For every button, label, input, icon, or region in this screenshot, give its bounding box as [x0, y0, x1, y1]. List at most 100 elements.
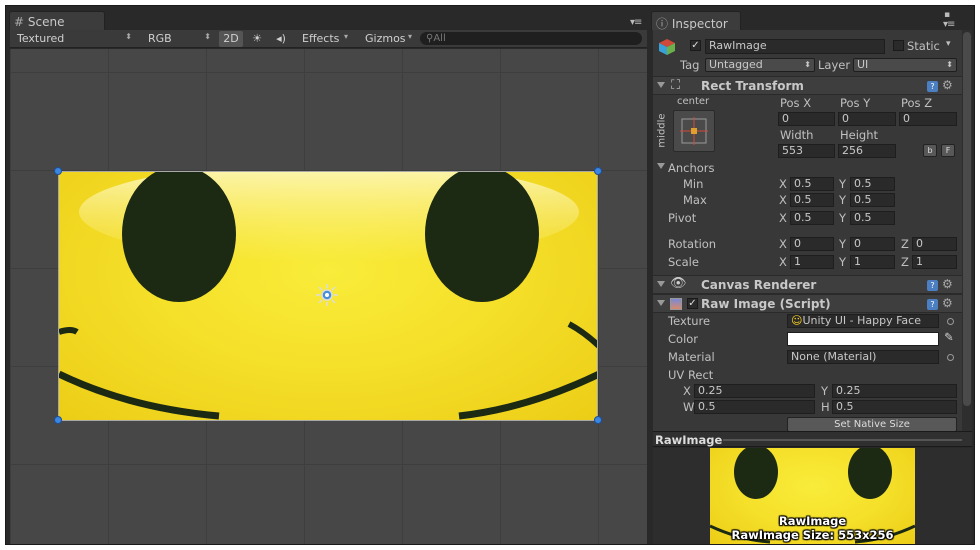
- texture-label: Texture: [668, 314, 711, 328]
- anchor-max-y-field[interactable]: 0.5: [850, 193, 895, 207]
- tag-dropdown[interactable]: Untagged ⬍: [705, 58, 815, 72]
- uv-y-field[interactable]: 0.25: [832, 384, 957, 398]
- active-checkbox[interactable]: ✓: [690, 40, 701, 51]
- scene-viewport[interactable]: [10, 49, 647, 544]
- mode-2d-toggle[interactable]: 2D: [219, 31, 243, 47]
- texture-field[interactable]: ☺Unity UI - Happy Face: [787, 314, 939, 328]
- scene-toolbar: Textured ⬍ RGB ⬍ 2D ☀ ◂) Effects ▾ Gizmos ▾ …: [10, 30, 647, 48]
- foldout-arrow-icon[interactable]: [657, 300, 665, 306]
- static-dropdown-arrow-icon[interactable]: ▾: [946, 39, 951, 49]
- preview-title: RawImage: [655, 433, 723, 447]
- foldout-arrow-icon[interactable]: [657, 281, 665, 287]
- render-mode-value: RGB: [148, 32, 172, 45]
- canvas-renderer-header[interactable]: 👁 Canvas Renderer ? ⚙: [653, 275, 972, 294]
- scene-tab-label: Scene: [27, 15, 65, 29]
- anchor-max-label: Max: [683, 193, 707, 207]
- pos-x-label: Pos X: [780, 96, 812, 110]
- help-icon[interactable]: ?: [927, 280, 938, 291]
- material-field[interactable]: None (Material): [787, 350, 939, 364]
- shading-mode-dropdown[interactable]: Textured ⬍: [13, 31, 135, 47]
- rotation-z-field[interactable]: 0: [912, 237, 957, 251]
- raw-image-enabled-checkbox[interactable]: ✓: [687, 298, 698, 309]
- rect-handle-top-left[interactable]: [54, 167, 62, 175]
- effects-label: Effects: [302, 32, 340, 45]
- gear-icon[interactable]: ⚙: [942, 78, 953, 92]
- pivot-x-field[interactable]: 0.5: [790, 211, 834, 225]
- x-label: X: [779, 255, 787, 269]
- rotation-x-field[interactable]: 0: [790, 237, 834, 251]
- scale-y-field[interactable]: 1: [850, 255, 895, 269]
- uv-w-field[interactable]: 0.5: [694, 400, 815, 414]
- gear-icon[interactable]: ⚙: [942, 296, 953, 310]
- lighting-toggle-sun-icon[interactable]: ☀: [246, 31, 268, 47]
- preview-drag-handle[interactable]: [723, 439, 962, 441]
- width-field[interactable]: 553: [778, 144, 835, 158]
- rect-transform-header[interactable]: ⛶ Rect Transform ? ⚙: [653, 76, 972, 95]
- uv-x-label: X: [683, 384, 691, 398]
- help-icon[interactable]: ?: [927, 299, 938, 310]
- preview-header[interactable]: RawImage: [653, 431, 972, 447]
- blueprint-mode-button[interactable]: b: [923, 144, 937, 157]
- anchor-preset-top-label: center: [677, 96, 710, 107]
- y-label: Y: [839, 211, 847, 225]
- height-label: Height: [840, 128, 879, 142]
- uv-h-label: H: [821, 400, 830, 414]
- static-checkbox[interactable]: [893, 40, 904, 51]
- effects-dropdown[interactable]: Effects ▾: [298, 31, 351, 47]
- pos-y-field[interactable]: 0: [838, 112, 896, 126]
- y-label: Y: [839, 237, 847, 251]
- scale-x-field[interactable]: 1: [790, 255, 834, 269]
- scene-search-input[interactable]: ⚲All: [420, 32, 642, 45]
- dropdown-arrow-icon: ▾: [407, 32, 412, 41]
- inspector-tab-label: Inspector: [671, 17, 728, 31]
- layer-label: Layer: [818, 58, 851, 72]
- preview-name-text: RawImage: [778, 514, 847, 528]
- scale-z-field[interactable]: 1: [912, 255, 957, 269]
- pos-z-field[interactable]: 0: [899, 112, 957, 126]
- pos-x-field[interactable]: 0: [778, 112, 835, 126]
- uv-x-field[interactable]: 0.25: [694, 384, 815, 398]
- object-name-field[interactable]: RawImage: [705, 39, 885, 54]
- gear-icon[interactable]: ⚙: [942, 277, 953, 291]
- tag-value: Untagged: [709, 58, 763, 71]
- uv-h-field[interactable]: 0.5: [832, 400, 957, 414]
- rect-handle-bottom-right[interactable]: [594, 416, 602, 424]
- audio-toggle-speaker-icon[interactable]: ◂): [270, 31, 292, 47]
- layer-dropdown[interactable]: UI ⬍: [853, 58, 957, 72]
- height-field[interactable]: 256: [838, 144, 896, 158]
- anchor-min-x-field[interactable]: 0.5: [790, 177, 834, 191]
- set-native-size-button[interactable]: Set Native Size: [787, 417, 957, 432]
- rotation-y-field[interactable]: 0: [850, 237, 895, 251]
- anchor-preset-icon: [680, 117, 708, 145]
- x-label: X: [779, 177, 787, 191]
- rect-handle-bottom-left[interactable]: [54, 416, 62, 424]
- foldout-arrow-icon[interactable]: [657, 82, 665, 88]
- rect-transform-icon: ⛶: [671, 78, 681, 93]
- scene-tab[interactable]: # Scene: [9, 11, 105, 30]
- anchor-min-y-field[interactable]: 0.5: [850, 177, 895, 191]
- right-eye: [425, 172, 539, 302]
- anchor-presets-button[interactable]: [673, 110, 715, 152]
- inspector-tab[interactable]: ⓘ Inspector: [651, 11, 741, 31]
- help-icon[interactable]: ?: [927, 81, 938, 92]
- scene-tab-menu-icon[interactable]: ▾≡: [630, 17, 642, 28]
- inspector-scrollbar[interactable]: [962, 30, 972, 432]
- x-label: X: [779, 211, 787, 225]
- raw-image-header[interactable]: ✓ Raw Image (Script) ? ⚙: [653, 294, 972, 313]
- anchor-max-x-field[interactable]: 0.5: [790, 193, 834, 207]
- width-label: Width: [780, 128, 814, 142]
- scrollbar-thumb[interactable]: [963, 32, 971, 406]
- anchors-foldout-icon[interactable]: [657, 163, 665, 169]
- eyedropper-icon[interactable]: ✎: [944, 330, 954, 344]
- render-mode-dropdown[interactable]: RGB ⬍: [144, 31, 214, 47]
- pivot-anchor-icon[interactable]: [316, 284, 338, 306]
- gizmos-dropdown[interactable]: Gizmos ▾: [361, 31, 415, 47]
- object-picker-icon[interactable]: [947, 354, 954, 361]
- rect-handle-top-right[interactable]: [594, 167, 602, 175]
- color-swatch[interactable]: [787, 332, 939, 346]
- raw-edit-mode-button[interactable]: F: [941, 144, 955, 157]
- rect-transform-title: Rect Transform: [701, 79, 804, 93]
- inspector-tab-menu-icon[interactable]: ▾≡: [943, 19, 955, 30]
- pivot-y-field[interactable]: 0.5: [850, 211, 895, 225]
- object-picker-icon[interactable]: [947, 318, 954, 325]
